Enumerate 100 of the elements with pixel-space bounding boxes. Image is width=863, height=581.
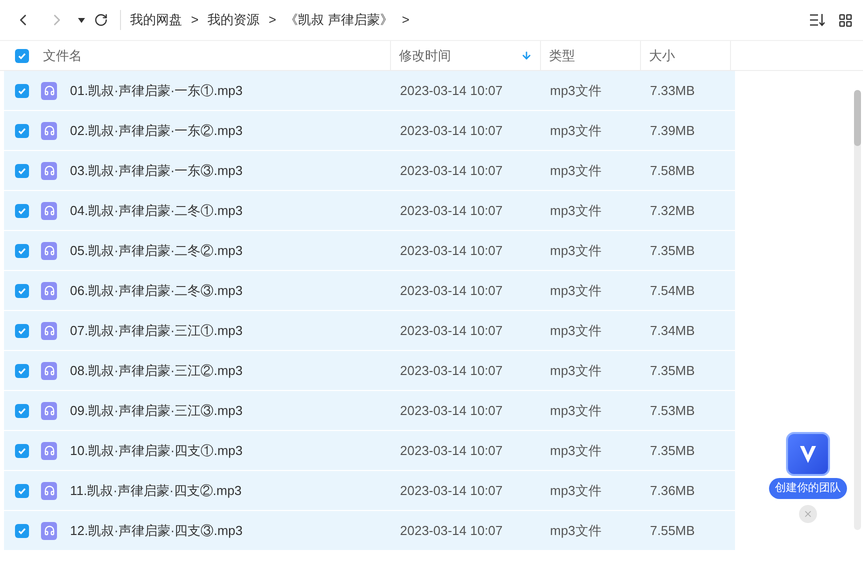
modified-time: 2023-03-14 10:07 [399, 522, 504, 540]
file-type: mp3文件 [549, 482, 602, 500]
column-header[interactable]: 大小 [641, 41, 731, 70]
scrollbar[interactable] [854, 90, 861, 530]
audio-file-icon [41, 442, 57, 460]
file-type: mp3文件 [549, 122, 602, 140]
file-size: 7.33MB [649, 82, 696, 100]
breadcrumb-link[interactable]: 《凯叔 声律启蒙》 [285, 10, 393, 30]
checkbox[interactable] [14, 124, 28, 138]
file-row[interactable]: 03.凯叔·声律启蒙·一东③.mp3 2023-03-14 10:07 mp3文件 7.58MB [4, 151, 735, 191]
file-row[interactable]: 12.凯叔·声律启蒙·四支③.mp3 2023-03-14 10:07 mp3文件 7.55MB [4, 511, 735, 551]
column-header[interactable]: 类型 [541, 41, 641, 70]
file-row[interactable]: 11.凯叔·声律启蒙·四支②.mp3 2023-03-14 10:07 mp3文件 7.36MB [4, 471, 735, 511]
check-icon [16, 406, 26, 416]
file-name: 06.凯叔·声律启蒙·二冬③.mp3 [70, 282, 243, 300]
breadcrumb-separator: > [191, 11, 199, 30]
file-type: mp3文件 [549, 322, 602, 340]
modified-time: 2023-03-14 10:07 [399, 442, 504, 460]
column-header[interactable]: 修改时间 [391, 41, 541, 70]
file-row[interactable]: 07.凯叔·声律启蒙·三江①.mp3 2023-03-14 10:07 mp3文件 7.34MB [4, 311, 735, 351]
audio-file-icon [41, 402, 57, 420]
file-size: 7.58MB [649, 162, 696, 180]
file-type: mp3文件 [549, 522, 602, 540]
file-name: 04.凯叔·声律启蒙·二冬①.mp3 [70, 202, 243, 220]
file-row[interactable]: 10.凯叔·声律启蒙·四支①.mp3 2023-03-14 10:07 mp3文件 7.35MB [4, 431, 735, 471]
file-size: 7.34MB [649, 322, 696, 340]
file-type: mp3文件 [549, 442, 602, 460]
check-icon [16, 166, 26, 176]
create-team-button[interactable]: 创建你的团队 [769, 478, 847, 498]
modified-time: 2023-03-14 10:07 [399, 282, 504, 300]
check-icon [16, 246, 26, 256]
modified-time: 2023-03-14 10:07 [399, 362, 504, 380]
checkbox[interactable] [14, 164, 28, 178]
checkbox[interactable] [14, 444, 28, 458]
audio-file-icon [41, 482, 57, 500]
file-name: 08.凯叔·声律启蒙·三江②.mp3 [70, 362, 243, 380]
file-row[interactable]: 05.凯叔·声律启蒙·二冬②.mp3 2023-03-14 10:07 mp3文件 7.35MB [4, 231, 735, 271]
breadcrumb-link[interactable]: 我的资源 [208, 10, 260, 30]
checkbox[interactable] [14, 48, 28, 62]
column-header[interactable]: 文件名 [35, 41, 391, 70]
file-size: 7.35MB [649, 362, 696, 380]
breadcrumb-separator: > [268, 11, 276, 30]
file-type: mp3文件 [549, 242, 602, 260]
file-row[interactable]: 01.凯叔·声律启蒙·一东①.mp3 2023-03-14 10:07 mp3文件 7.33MB [4, 71, 735, 111]
audio-file-icon [41, 522, 57, 540]
modified-time: 2023-03-14 10:07 [399, 162, 504, 180]
audio-file-icon [41, 242, 57, 260]
refresh-icon[interactable] [94, 13, 108, 27]
modified-time: 2023-03-14 10:07 [399, 122, 504, 140]
check-icon [16, 126, 26, 136]
audio-file-icon [41, 82, 57, 100]
file-name: 02.凯叔·声律启蒙·一东②.mp3 [70, 122, 243, 140]
checkbox[interactable] [14, 364, 28, 378]
audio-file-icon [41, 122, 57, 140]
check-icon [16, 486, 26, 496]
file-name: 03.凯叔·声律启蒙·一东③.mp3 [70, 162, 243, 180]
check-icon [16, 206, 26, 216]
sort-icon[interactable] [809, 13, 825, 27]
modified-time: 2023-03-14 10:07 [399, 202, 504, 220]
audio-file-icon [41, 362, 57, 380]
file-size: 7.35MB [649, 242, 696, 260]
checkbox[interactable] [14, 324, 28, 338]
modified-time: 2023-03-14 10:07 [399, 82, 504, 100]
checkbox[interactable] [14, 404, 28, 418]
file-row[interactable]: 02.凯叔·声律启蒙·一东②.mp3 2023-03-14 10:07 mp3文件 7.39MB [4, 111, 735, 151]
checkbox[interactable] [14, 284, 28, 298]
file-row[interactable]: 06.凯叔·声律启蒙·二冬③.mp3 2023-03-14 10:07 mp3文件 7.54MB [4, 271, 735, 311]
checkbox[interactable] [14, 84, 28, 98]
checkbox[interactable] [14, 524, 28, 538]
file-row[interactable]: 04.凯叔·声律启蒙·二冬①.mp3 2023-03-14 10:07 mp3文件 7.32MB [4, 191, 735, 231]
file-name: 12.凯叔·声律启蒙·四支③.mp3 [70, 522, 243, 540]
file-size: 7.32MB [649, 202, 696, 220]
audio-file-icon [41, 162, 57, 180]
file-type: mp3文件 [549, 162, 602, 180]
file-name: 05.凯叔·声律启蒙·二冬②.mp3 [70, 242, 243, 260]
grid-view-icon[interactable] [838, 12, 853, 28]
breadcrumb-separator: > [402, 11, 410, 30]
file-row[interactable]: 09.凯叔·声律启蒙·三江③.mp3 2023-03-14 10:07 mp3文件 7.53MB [4, 391, 735, 431]
file-type: mp3文件 [549, 202, 602, 220]
check-icon [16, 526, 26, 536]
caret-icon[interactable] [78, 18, 85, 22]
modified-time: 2023-03-14 10:07 [399, 402, 504, 420]
checkbox[interactable] [14, 204, 28, 218]
check-icon [16, 50, 26, 60]
file-size: 7.39MB [649, 122, 696, 140]
audio-file-icon [41, 322, 57, 340]
close-icon[interactable] [799, 504, 817, 522]
modified-time: 2023-03-14 10:07 [399, 242, 504, 260]
file-size: 7.53MB [649, 402, 696, 420]
check-icon [16, 366, 26, 376]
check-icon [16, 326, 26, 336]
file-row[interactable]: 08.凯叔·声律启蒙·三江②.mp3 2023-03-14 10:07 mp3文件 7.35MB [4, 351, 735, 391]
breadcrumb-link[interactable]: 我的网盘 [130, 10, 182, 30]
file-name: 07.凯叔·声律启蒙·三江①.mp3 [70, 322, 243, 340]
check-icon [16, 286, 26, 296]
file-type: mp3文件 [549, 82, 602, 100]
checkbox[interactable] [14, 484, 28, 498]
checkbox[interactable] [14, 244, 28, 258]
file-name: 01.凯叔·声律启蒙·一东①.mp3 [70, 82, 243, 100]
audio-file-icon [41, 282, 57, 300]
